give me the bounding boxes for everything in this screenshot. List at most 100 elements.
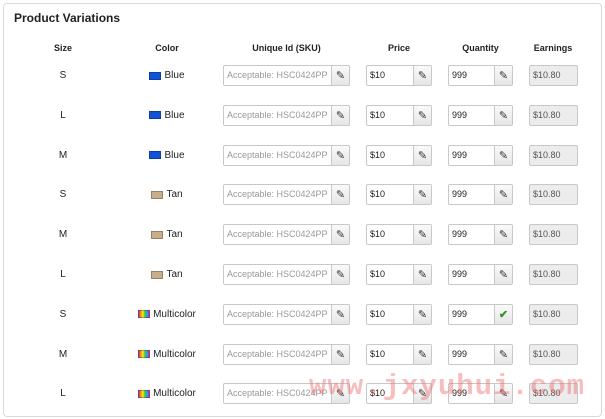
price-field[interactable]: $10 ✎ <box>366 343 432 365</box>
pencil-icon: ✎ <box>335 348 346 361</box>
sku-field[interactable]: Acceptable: HSC0424PP ✎ <box>223 65 350 86</box>
quantity-field[interactable]: 999 ✎ <box>448 144 513 166</box>
quantity-field[interactable]: 999 ✎ <box>448 224 513 246</box>
pencil-icon: ✎ <box>417 70 428 82</box>
price-input[interactable]: $10 <box>367 66 413 85</box>
edit-price-button[interactable]: ✎ <box>413 145 431 165</box>
price-field[interactable]: $10 ✎ <box>366 184 432 206</box>
sku-input[interactable]: Acceptable: HSC0424PP <box>224 66 331 85</box>
pencil-icon: ✎ <box>498 229 509 242</box>
watermark: www.jxyuhui.com <box>309 370 586 403</box>
quantity-field[interactable]: 999 ✔ <box>448 303 513 325</box>
table-row: M Tan Acceptable: HSC0424PP ✎ $10 ✎ 999 ✎ $10.80 <box>4 220 603 250</box>
price-field[interactable]: $10 ✎ <box>366 303 432 325</box>
sku-field[interactable]: Acceptable: HSC0424PP ✎ <box>223 343 350 365</box>
color-swatch <box>149 111 162 120</box>
sku-input[interactable]: Acceptable: HSC0424PP <box>224 106 331 125</box>
sku-input[interactable]: Acceptable: HSC0424PP <box>224 146 331 165</box>
pencil-icon: ✎ <box>417 109 428 122</box>
edit-quantity-button[interactable]: ✎ <box>494 145 512 165</box>
price-field[interactable]: $10 ✎ <box>366 224 432 246</box>
color-label: Multicolor <box>153 388 196 400</box>
table-row: M Blue Acceptable: HSC0424PP ✎ $10 ✎ 999 ✎ $10.8… <box>4 141 603 171</box>
edit-quantity-button[interactable]: ✎ <box>494 265 512 284</box>
section-title: Product Variations <box>14 11 121 25</box>
quantity-input[interactable]: 999 <box>449 265 494 284</box>
edit-sku-button[interactable]: ✎ <box>331 304 349 324</box>
price-input[interactable]: $10 <box>367 146 413 165</box>
color-cell: Blue <box>124 150 210 161</box>
color-label: Tan <box>166 269 183 280</box>
quantity-input[interactable]: 999 <box>449 146 494 165</box>
size-cell: S <box>59 308 67 320</box>
edit-quantity-button[interactable]: ✎ <box>494 185 512 205</box>
quantity-field[interactable]: 999 ✎ <box>448 264 513 285</box>
edit-price-button[interactable]: ✎ <box>413 304 431 324</box>
price-input[interactable]: $10 <box>367 345 413 364</box>
earnings-field: $10.80 <box>529 343 578 365</box>
price-field[interactable]: $10 ✎ <box>366 264 432 285</box>
sku-input[interactable]: Acceptable: HSC0424PP <box>224 305 331 324</box>
sku-input[interactable]: Acceptable: HSC0424PP <box>224 345 331 364</box>
edit-quantity-button[interactable]: ✎ <box>494 344 512 364</box>
edit-sku-button[interactable]: ✎ <box>331 265 349 284</box>
size-cell: S <box>59 70 67 81</box>
sku-field[interactable]: Acceptable: HSC0424PP ✎ <box>223 224 350 246</box>
edit-sku-button[interactable]: ✎ <box>331 66 349 85</box>
edit-price-button[interactable]: ✎ <box>413 66 431 85</box>
quantity-field[interactable]: 999 ✎ <box>448 65 513 86</box>
sku-field[interactable]: Acceptable: HSC0424PP ✎ <box>223 303 350 325</box>
edit-price-button[interactable]: ✎ <box>413 105 431 125</box>
column-header-quantity: Quantity <box>462 43 499 53</box>
sku-input[interactable]: Acceptable: HSC0424PP <box>224 265 331 284</box>
sku-field[interactable]: Acceptable: HSC0424PP ✎ <box>223 264 350 285</box>
quantity-input[interactable]: 999 <box>449 106 494 125</box>
edit-price-button[interactable]: ✎ <box>413 344 431 364</box>
price-input[interactable]: $10 <box>367 185 413 204</box>
pencil-icon: ✎ <box>335 229 346 242</box>
price-field[interactable]: $10 ✎ <box>366 144 432 166</box>
sku-field[interactable]: Acceptable: HSC0424PP ✎ <box>223 104 350 126</box>
sku-field[interactable]: Acceptable: HSC0424PP ✎ <box>223 144 350 166</box>
pencil-icon: ✎ <box>335 149 346 162</box>
quantity-input[interactable]: 999 <box>449 66 494 85</box>
price-input[interactable]: $10 <box>367 106 413 125</box>
quantity-input[interactable]: 999 <box>449 225 494 244</box>
checkmark-icon: ✔ <box>498 308 509 321</box>
price-input[interactable]: $10 <box>367 265 413 284</box>
price-field[interactable]: $10 ✎ <box>366 104 432 126</box>
edit-sku-button[interactable]: ✎ <box>331 344 349 364</box>
size-cell: M <box>58 348 68 360</box>
edit-price-button[interactable]: ✎ <box>413 265 431 284</box>
edit-quantity-button[interactable]: ✎ <box>494 66 512 85</box>
pencil-icon: ✎ <box>417 269 428 281</box>
edit-quantity-button[interactable]: ✔ <box>494 304 512 324</box>
edit-sku-button[interactable]: ✎ <box>331 145 349 165</box>
sku-input[interactable]: Acceptable: HSC0424PP <box>224 225 331 244</box>
quantity-field[interactable]: 999 ✎ <box>448 184 513 206</box>
edit-price-button[interactable]: ✎ <box>413 225 431 245</box>
edit-sku-button[interactable]: ✎ <box>331 225 349 245</box>
table-row: S Tan Acceptable: HSC0424PP ✎ $10 ✎ 999 ✎ $10.80 <box>4 180 603 210</box>
edit-sku-button[interactable]: ✎ <box>331 185 349 205</box>
price-field[interactable]: $10 ✎ <box>366 65 432 86</box>
quantity-field[interactable]: 999 ✎ <box>448 104 513 126</box>
color-label: Blue <box>164 109 185 121</box>
column-header-size: Size <box>53 43 72 53</box>
table-row: S Multicolor Acceptable: HSC0424PP ✎ $10 ✎ 999… <box>4 300 603 330</box>
price-input[interactable]: $10 <box>367 305 413 324</box>
price-input[interactable]: $10 <box>367 225 413 244</box>
pencil-icon: ✎ <box>498 70 509 82</box>
edit-quantity-button[interactable]: ✎ <box>494 225 512 245</box>
quantity-input[interactable]: 999 <box>449 305 494 324</box>
quantity-field[interactable]: 999 ✎ <box>448 343 513 365</box>
quantity-input[interactable]: 999 <box>449 345 494 364</box>
sku-input[interactable]: Acceptable: HSC0424PP <box>224 185 331 204</box>
quantity-input[interactable]: 999 <box>449 185 494 204</box>
color-cell: Tan <box>124 269 210 280</box>
column-header-earnings: Earnings <box>533 43 573 53</box>
sku-field[interactable]: Acceptable: HSC0424PP ✎ <box>223 184 350 206</box>
edit-quantity-button[interactable]: ✎ <box>494 105 512 125</box>
edit-price-button[interactable]: ✎ <box>413 185 431 205</box>
edit-sku-button[interactable]: ✎ <box>331 105 349 125</box>
